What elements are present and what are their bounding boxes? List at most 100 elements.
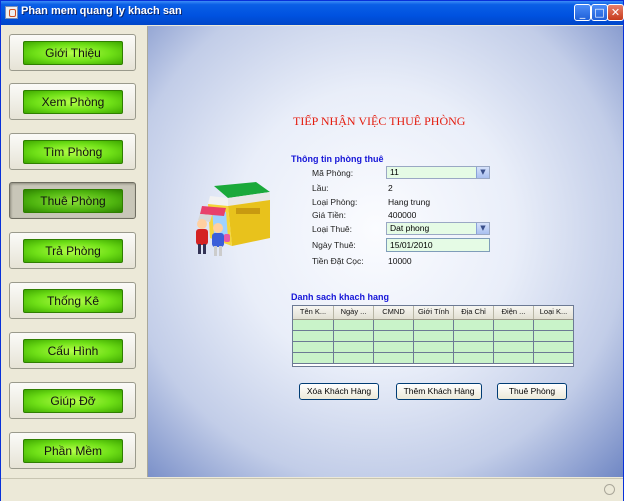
column-header-gioi-tinh[interactable]: Giới Tính [414, 306, 454, 319]
table-cell[interactable] [334, 320, 374, 330]
table-cell[interactable] [293, 331, 334, 341]
table-cell[interactable] [454, 353, 494, 363]
table-cell[interactable] [534, 342, 573, 352]
nav-label: Thống Kê [46, 294, 100, 308]
nav-label: Cấu Hình [47, 344, 99, 358]
nav-button-face: Tìm Phòng [23, 140, 123, 164]
nav-button-face: Phần Mềm [23, 439, 123, 463]
table-cell[interactable] [374, 342, 414, 352]
column-header-dien-thoai[interactable]: Điện ... [494, 306, 534, 319]
nav-item-cau-hinh[interactable]: Cấu Hình [9, 332, 136, 369]
table-cell[interactable] [454, 320, 494, 330]
ngay-thue-input[interactable]: 15/01/2010 [386, 238, 490, 252]
ma-phong-combobox[interactable]: 11 ▼ [386, 166, 490, 179]
app-window: Phan mem quang ly khach san _ □ ✕ Giới T… [0, 0, 624, 501]
table-cell[interactable] [293, 342, 334, 352]
table-cell[interactable] [374, 331, 414, 341]
tien-dat-coc-label: Tiền Đặt Cọc: [312, 256, 364, 266]
title-bar[interactable]: Phan mem quang ly khach san _ □ ✕ [1, 1, 624, 25]
column-header-ngay[interactable]: Ngày ... [334, 306, 374, 319]
column-header-ten-khach[interactable]: Tên K... [293, 306, 334, 319]
nav-button-face: Thống Kê [23, 289, 123, 313]
nav-label: Giúp Đỡ [50, 394, 96, 408]
page-title: TIẾP NHẬN VIỆC THUÊ PHÒNG [293, 114, 466, 128]
column-header-loai-khach[interactable]: Loại K... [534, 306, 573, 319]
nav-item-tra-phong[interactable]: Trả Phòng [9, 232, 136, 269]
sidebar-nav: Giới Thiệu Xem Phòng Tìm Phòng Thuê Phòn… [3, 26, 145, 477]
nav-item-thue-phong[interactable]: Thuê Phòng [9, 182, 136, 219]
chevron-down-icon[interactable]: ▼ [476, 223, 489, 234]
close-button[interactable]: ✕ [607, 4, 624, 21]
table-cell[interactable] [414, 331, 454, 341]
window-title: Phan mem quang ly khach san [21, 5, 182, 17]
nav-label: Phần Mềm [43, 444, 103, 458]
table-cell[interactable] [293, 353, 334, 363]
gia-tien-label: Giá Tiền: [312, 210, 347, 220]
column-header-cmnd[interactable]: CMND [374, 306, 414, 319]
chevron-down-icon[interactable]: ▼ [476, 167, 489, 178]
table-cell[interactable] [334, 342, 374, 352]
nav-button-face: Xem Phòng [23, 90, 123, 114]
ngay-thue-value: 15/01/2010 [390, 240, 433, 250]
table-cell[interactable] [454, 342, 494, 352]
loai-thue-value: Dat phong [390, 223, 430, 233]
nav-button-face: Giúp Đỡ [23, 389, 123, 413]
loai-thue-combobox[interactable]: Dat phong ▼ [386, 222, 490, 235]
table-cell[interactable] [534, 320, 573, 330]
nav-item-phan-mem[interactable]: Phần Mềm [9, 432, 136, 469]
table-row[interactable] [293, 320, 573, 331]
table-cell[interactable] [494, 342, 534, 352]
delete-customer-button[interactable]: Xóa Khách Hàng [299, 383, 379, 400]
loai-phong-value: Hang trung [388, 197, 431, 207]
nav-label: Xem Phòng [41, 95, 105, 109]
main-panel: TIẾP NHẬN VIỆC THUÊ PHÒNG Thông tin phòn… [147, 26, 623, 477]
loai-phong-label: Loại Phòng: [312, 197, 358, 207]
table-cell[interactable] [414, 353, 454, 363]
table-cell[interactable] [494, 353, 534, 363]
maximize-button[interactable]: □ [591, 4, 608, 21]
nav-label: Trả Phòng [45, 244, 101, 258]
nav-item-thong-ke[interactable]: Thống Kê [9, 282, 136, 319]
minimize-button[interactable]: _ [574, 4, 591, 21]
java-app-icon [5, 6, 18, 19]
ma-phong-value: 11 [390, 167, 399, 177]
table-cell[interactable] [334, 353, 374, 363]
customer-table[interactable]: Tên K... Ngày ... CMND Giới Tính Địa Chỉ… [292, 305, 574, 367]
table-cell[interactable] [454, 331, 494, 341]
nav-label: Giới Thiệu [45, 46, 101, 60]
table-cell[interactable] [494, 320, 534, 330]
status-bar [1, 478, 623, 501]
table-header: Tên K... Ngày ... CMND Giới Tính Địa Chỉ… [293, 306, 573, 320]
table-cell[interactable] [534, 331, 573, 341]
table-row[interactable] [293, 331, 573, 342]
column-header-dia-chi[interactable]: Địa Chỉ [454, 306, 494, 319]
table-cell[interactable] [414, 320, 454, 330]
table-row[interactable] [293, 342, 573, 353]
table-cell[interactable] [374, 353, 414, 363]
add-customer-button[interactable]: Thêm Khách Hàng [396, 383, 482, 400]
nav-item-xem-phong[interactable]: Xem Phòng [9, 83, 136, 120]
loai-thue-label: Loại Thuê: [312, 224, 353, 234]
rent-room-button[interactable]: Thuê Phòng [497, 383, 567, 400]
table-cell[interactable] [293, 320, 334, 330]
table-cell[interactable] [334, 331, 374, 341]
ma-phong-label: Mã Phòng: [312, 168, 354, 178]
tien-dat-coc-value: 10000 [388, 256, 412, 266]
nav-item-gioi-thieu[interactable]: Giới Thiệu [9, 34, 136, 71]
gia-tien-value: 400000 [388, 210, 417, 220]
nav-button-face: Thuê Phòng [23, 189, 123, 213]
nav-button-face: Cấu Hình [23, 339, 123, 363]
table-cell[interactable] [374, 320, 414, 330]
table-cell[interactable] [494, 331, 534, 341]
hotel-shop-illustration-icon [196, 182, 270, 256]
nav-item-tim-phong[interactable]: Tìm Phòng [9, 133, 136, 170]
room-info-section-title: Thông tin phòng thuê [291, 154, 384, 164]
nav-label: Thuê Phòng [40, 194, 106, 208]
nav-item-giup-do[interactable]: Giúp Đỡ [9, 382, 136, 419]
resize-grip-icon[interactable] [604, 484, 615, 495]
table-cell[interactable] [534, 353, 573, 363]
customer-list-section-title: Danh sach khach hang [291, 292, 390, 302]
nav-button-face: Trả Phòng [23, 239, 123, 263]
table-cell[interactable] [414, 342, 454, 352]
table-row[interactable] [293, 353, 573, 364]
